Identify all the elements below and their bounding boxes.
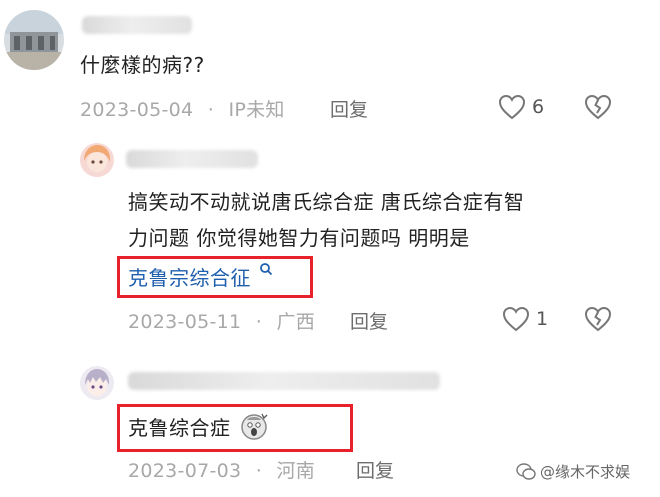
like-count: 6 [532,96,545,118]
heart-icon [502,306,530,332]
username-blurred[interactable] [128,372,440,390]
reply-button[interactable]: 回复 [350,307,388,334]
anime-girl-avatar-icon [80,143,114,177]
heart-icon [498,94,526,120]
comment-meta: 2023-05-11 · 广西 [128,307,315,334]
broken-heart-icon [584,306,612,332]
comment-text: 克鲁综合症 [128,411,269,444]
chat-bubble-logo-icon [516,462,536,480]
like-button[interactable]: 1 [502,306,548,332]
comment-location: 河南 [276,460,316,482]
avatar[interactable] [4,10,64,70]
building-photo-icon [4,10,64,70]
comment-text: 什麼樣的病?? [80,53,205,77]
separator-dot: · [255,460,263,482]
search-link[interactable]: 克鲁宗综合征 [128,262,273,291]
watermark-text: @缘木不求娱 [540,463,631,481]
username-blurred[interactable] [82,16,192,34]
broken-heart-icon [584,94,612,120]
like-count: 1 [536,308,549,330]
separator-dot: · [255,311,263,333]
search-icon [259,263,272,276]
dislike-button[interactable] [584,94,612,120]
reply-button[interactable]: 回复 [330,95,368,122]
comment-meta: 2023-05-04 · IP未知 [80,95,285,122]
reply-button[interactable]: 回复 [356,456,394,483]
comment-date: 2023-05-11 [128,311,242,333]
comment-text-line: 力问题 你觉得她智力有问题吗 明明是 [128,226,470,250]
comment-date: 2023-05-04 [80,99,194,121]
separator-dot: · [207,99,215,121]
comment-meta: 2023-07-03 · 河南 [128,456,315,483]
watermark: @缘木不求娱 [516,461,630,482]
comment-text-line: 搞笑动不动就说唐氏综合症 唐氏综合症有智 [128,190,525,214]
dislike-button[interactable] [584,306,612,332]
search-link-label: 克鲁宗综合征 [128,266,251,290]
face-scream-emoji-icon [241,413,268,440]
comment-location: 广西 [276,311,316,333]
comment-location: IP未知 [228,99,285,121]
like-button[interactable]: 6 [498,94,544,120]
anime-boy-avatar-icon [80,366,114,400]
comment-date: 2023-07-03 [128,460,242,482]
avatar[interactable] [80,366,114,400]
username-blurred[interactable] [126,150,258,168]
comment-text-label: 克鲁综合症 [128,416,231,440]
avatar[interactable] [80,143,114,177]
